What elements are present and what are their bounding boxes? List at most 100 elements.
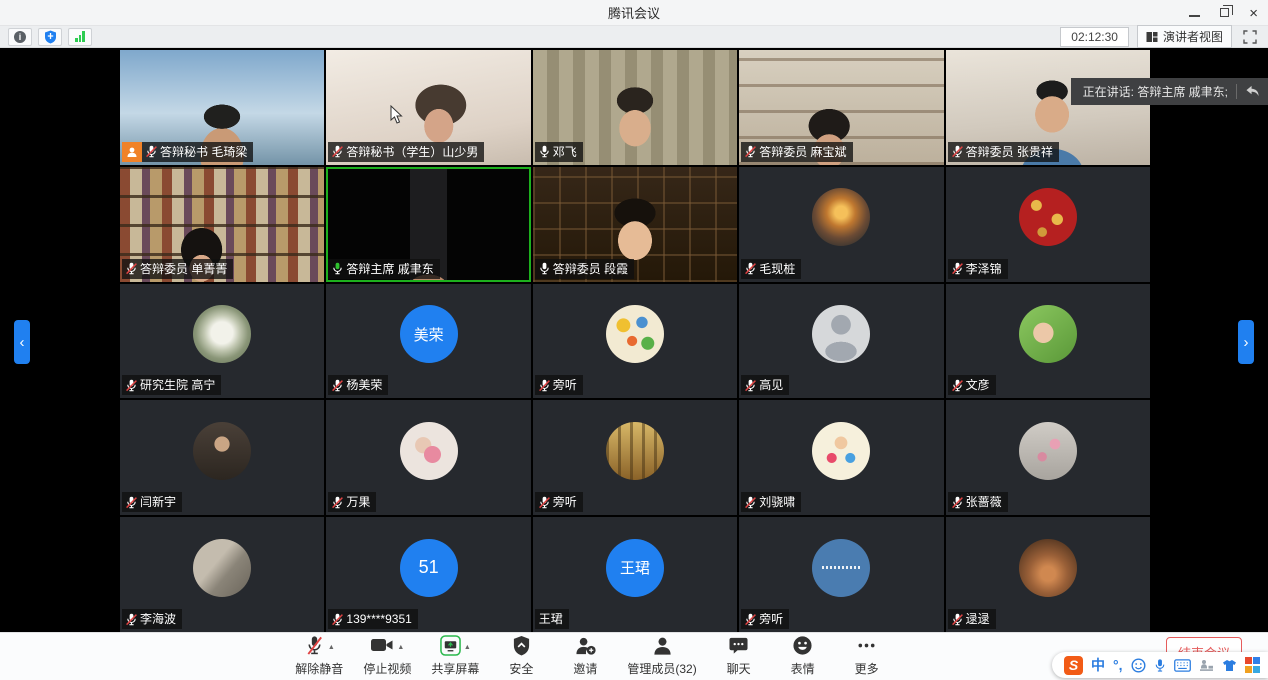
mic-muted-button[interactable]: ▲ 解除静音 <box>295 636 343 677</box>
participant-tile[interactable]: 答辩委员 段霞 <box>533 167 737 282</box>
invite-button[interactable]: 邀请 <box>563 636 607 677</box>
toolbox-icon[interactable] <box>1245 657 1261 673</box>
toolbar-button-label: 安全 <box>509 660 533 677</box>
emoji-button[interactable]: 表情 <box>781 636 825 677</box>
participant-tile[interactable]: 逯逯 <box>946 517 1150 632</box>
jump-to-speaker-icon[interactable] <box>1245 85 1260 98</box>
security-status-button[interactable] <box>38 28 62 46</box>
toolbar-button-group: ▲ 解除静音 ▲ 停止视频 ▲共享屏幕安全 邀请管理成员(32) 聊天表情 更多 <box>295 636 888 677</box>
skin-icon[interactable] <box>1222 659 1237 672</box>
participant-tile[interactable]: 李泽锦 <box>946 167 1150 282</box>
participant-name: 王珺 <box>539 613 563 625</box>
sogou-logo-icon[interactable]: S <box>1064 656 1083 675</box>
shield-security-button[interactable]: 安全 <box>499 636 543 677</box>
nameplate: 答辩主席 戚聿东 <box>328 259 439 279</box>
meeting-window: 腾讯会议 × i 02:12:30 演讲者视图 答辩秘书 毛琦梁答辩秘书（学生）… <box>0 0 1268 680</box>
camera-button[interactable]: ▲ 停止视频 <box>363 636 411 677</box>
participant-name: 刘骁啸 <box>759 496 795 508</box>
nameplate: 答辩秘书 毛琦梁 <box>122 142 253 162</box>
participant-tile[interactable]: 答辩主席 戚聿东 <box>326 167 530 282</box>
participant-tile[interactable]: 答辩秘书 毛琦梁 <box>120 50 324 165</box>
network-status-button[interactable] <box>68 28 92 46</box>
participant-tile[interactable]: 答辩秘书（学生）山少男 <box>326 50 530 165</box>
expand-caret-icon[interactable]: ▲ <box>328 644 335 651</box>
avatar <box>400 422 458 480</box>
shield-security-icon <box>512 635 531 661</box>
participant-tile[interactable]: 闫新宇 <box>120 400 324 515</box>
voice-input-icon[interactable] <box>1154 658 1166 673</box>
participant-tile[interactable]: 文彦 <box>946 284 1150 399</box>
participant-tile[interactable]: 万果 <box>326 400 530 515</box>
participant-tile[interactable]: 旁听 <box>739 517 943 632</box>
participant-tile[interactable]: 张蔷薇 <box>946 400 1150 515</box>
avatar <box>1019 305 1077 363</box>
nameplate: 王珺 <box>535 609 569 629</box>
emoji-picker-icon[interactable] <box>1131 658 1146 673</box>
next-page-button[interactable]: › <box>1238 320 1254 364</box>
chat-button[interactable]: 聊天 <box>717 636 761 677</box>
mic-speaking-icon <box>331 262 344 275</box>
participant-tile[interactable]: 高见 <box>739 284 943 399</box>
avatar <box>812 188 870 246</box>
avatar <box>1019 539 1077 597</box>
avatar <box>193 305 251 363</box>
punctuation-icon[interactable]: °, <box>1113 657 1123 673</box>
participant-tile[interactable]: 答辩委员 张贵祥 <box>946 50 1150 165</box>
meeting-info-button[interactable]: i <box>8 28 32 46</box>
participant-tile[interactable]: 旁听 <box>533 284 737 399</box>
nameplate: 邓飞 <box>535 142 583 162</box>
mic-muted-icon <box>744 496 757 509</box>
fullscreen-button[interactable] <box>1240 28 1260 46</box>
mic-muted-icon <box>951 496 964 509</box>
participant-tile[interactable]: 邓飞 <box>533 50 737 165</box>
toolbar-button-label: 更多 <box>855 660 879 677</box>
members-button[interactable]: 管理成员(32) <box>627 636 696 677</box>
more-button[interactable]: 更多 <box>845 636 889 677</box>
layout-icon <box>1146 31 1158 43</box>
members-icon <box>652 635 673 661</box>
shield-icon <box>44 30 57 44</box>
avatar <box>1019 188 1077 246</box>
soft-keyboard-icon[interactable] <box>1174 659 1191 672</box>
info-icon: i <box>14 31 26 43</box>
mic-muted-icon <box>331 496 344 509</box>
mic-muted-icon <box>331 613 344 626</box>
participant-tile[interactable]: 研究生院 高宁 <box>120 284 324 399</box>
toolbar-button-label: 解除静音 <box>295 660 343 677</box>
participant-tile[interactable]: 51139****9351 <box>326 517 530 632</box>
mic-muted-icon <box>331 379 344 392</box>
speaker-view-button[interactable]: 演讲者视图 <box>1137 25 1232 48</box>
mic-muted-icon <box>744 145 757 158</box>
mic-muted-icon <box>125 613 138 626</box>
participant-tile[interactable]: 美荣杨美荣 <box>326 284 530 399</box>
expand-caret-icon[interactable]: ▲ <box>464 644 471 651</box>
toolbar-button-label: 停止视频 <box>363 660 411 677</box>
mic-muted-icon <box>125 379 138 392</box>
expand-caret-icon[interactable]: ▲ <box>397 644 404 651</box>
participant-tile[interactable]: 旁听 <box>533 400 737 515</box>
participant-tile[interactable]: 王珺王珺 <box>533 517 737 632</box>
network-quality-icon <box>75 31 85 42</box>
participant-name: 李海波 <box>140 613 176 625</box>
avatar <box>606 305 664 363</box>
participant-tile[interactable]: 刘骁啸 <box>739 400 943 515</box>
participant-tile[interactable]: 毛现桩 <box>739 167 943 282</box>
participant-tile[interactable]: 答辩委员 麻宝斌 <box>739 50 943 165</box>
window-title: 腾讯会议 <box>608 3 660 22</box>
handwriting-icon[interactable] <box>1199 659 1214 672</box>
maximize-button[interactable] <box>1220 4 1229 22</box>
speaking-toast-text: 正在讲话: 答辩主席 戚聿东; <box>1083 83 1228 100</box>
screen-share-button[interactable]: ▲共享屏幕 <box>431 636 479 677</box>
close-button[interactable]: × <box>1249 6 1258 21</box>
window-controls: × <box>1189 0 1258 26</box>
mic-muted-icon <box>951 613 964 626</box>
nameplate: 刘骁啸 <box>741 492 801 512</box>
previous-page-button[interactable]: ‹ <box>14 320 30 364</box>
chinese-mode-icon[interactable]: 中 <box>1091 655 1105 675</box>
toolbar-button-label: 表情 <box>791 660 815 677</box>
mic-muted-icon <box>125 496 138 509</box>
participant-tile[interactable]: 李海波 <box>120 517 324 632</box>
nameplate: 万果 <box>328 492 376 512</box>
minimize-button[interactable] <box>1189 4 1200 22</box>
participant-tile[interactable]: 答辩委员 单菁菁 <box>120 167 324 282</box>
